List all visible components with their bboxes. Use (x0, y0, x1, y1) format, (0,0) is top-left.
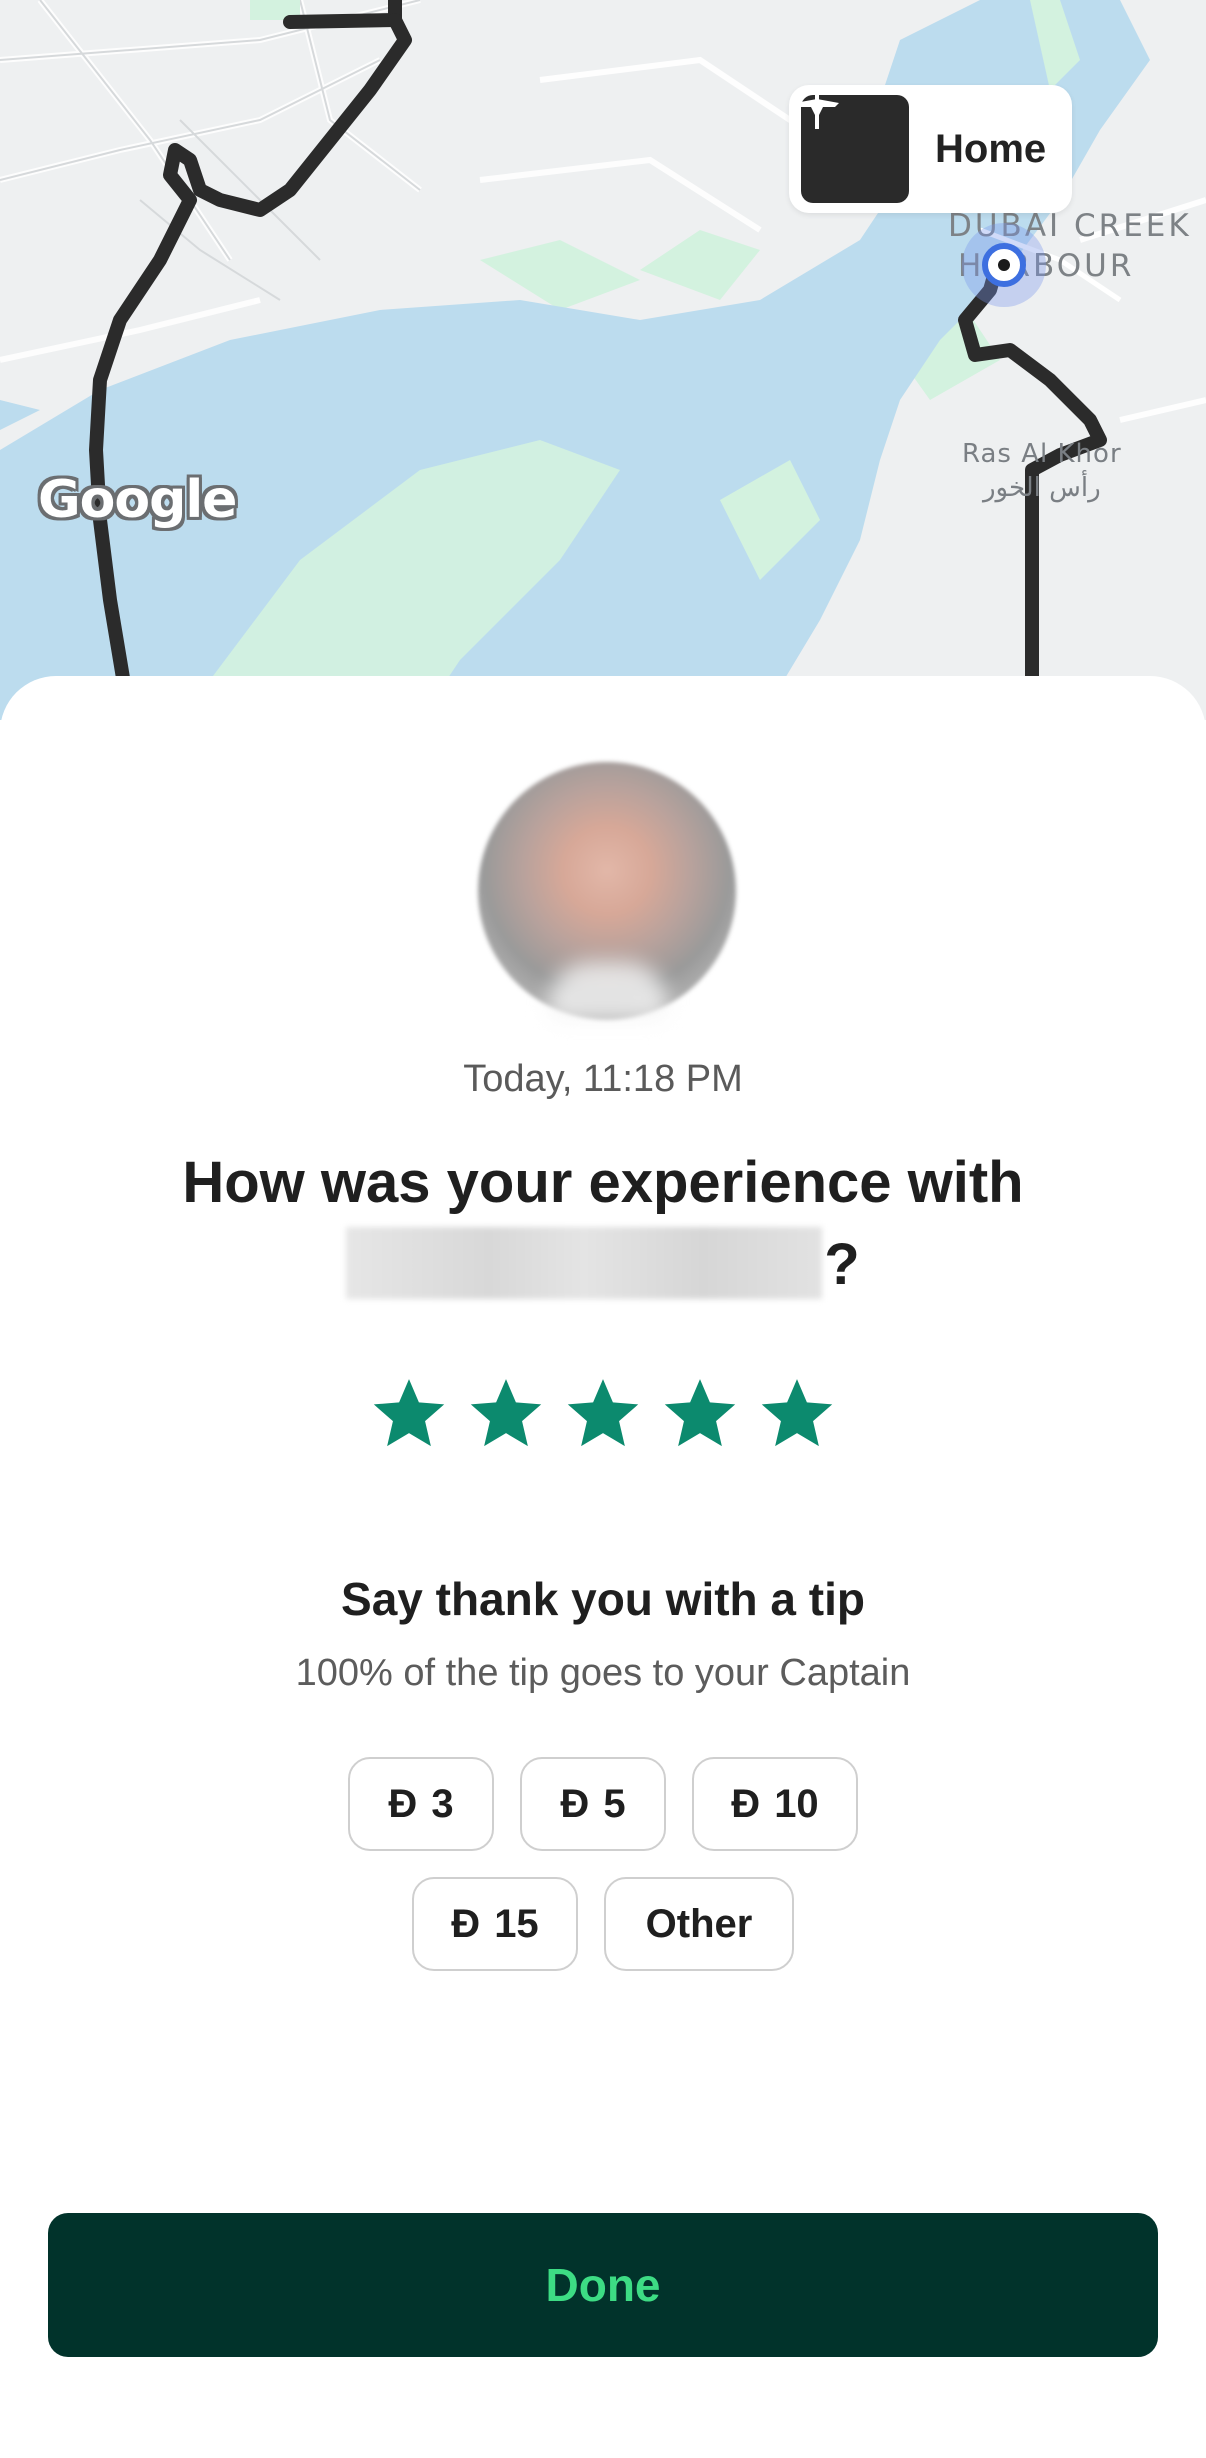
rating-question-suffix: ? (824, 1232, 860, 1297)
tip-other-label: Other (645, 1901, 753, 1946)
rating-question-prefix: How was your experience with (182, 1150, 1024, 1215)
captain-avatar (478, 762, 736, 1020)
tip-subtitle: 100% of the tip goes to your Captain (295, 1652, 911, 1694)
star-1-icon[interactable] (368, 1373, 450, 1455)
home-destination-chip[interactable]: Home (789, 85, 1072, 213)
district-label-ar: رأس الخور (982, 473, 1101, 503)
tip-amount: 10 (774, 1781, 819, 1826)
tip-amount: 3 (431, 1781, 454, 1826)
star-4-icon[interactable] (659, 1373, 741, 1455)
star-3-icon[interactable] (562, 1373, 644, 1455)
home-label: Home (935, 126, 1047, 171)
tip-option-3[interactable]: Đ3 (348, 1757, 494, 1851)
google-logo: Google (38, 470, 237, 530)
map-view[interactable]: DUBAI CREEK HARBOUR Ras Al Khor رأس الخو… (0, 0, 1206, 720)
currency-symbol: Đ (560, 1781, 590, 1826)
star-2-icon[interactable] (465, 1373, 547, 1455)
rating-question: How was your experience with ? (80, 1142, 1126, 1306)
trip-timestamp: Today, 11:18 PM (463, 1058, 743, 1100)
currency-symbol: Đ (388, 1781, 418, 1826)
done-button[interactable]: Done (48, 2213, 1158, 2357)
tip-option-other[interactable]: Other (604, 1877, 794, 1971)
tip-title: Say thank you with a tip (341, 1573, 865, 1625)
tip-option-10[interactable]: Đ 10 (692, 1757, 858, 1851)
tip-option-15[interactable]: Đ 15 (412, 1877, 578, 1971)
currency-symbol: Đ (451, 1901, 481, 1946)
rating-sheet: Today, 11:18 PM How was your experience … (0, 676, 1206, 2458)
currency-symbol: Đ (731, 1781, 761, 1826)
tip-options-row-1: Đ3 Đ5 Đ 10 (0, 1757, 1206, 1851)
tip-option-5[interactable]: Đ5 (520, 1757, 666, 1851)
home-icon (795, 93, 909, 203)
captain-name-redacted (346, 1226, 823, 1299)
tip-amount: 15 (494, 1901, 539, 1946)
star-5-icon[interactable] (756, 1373, 838, 1455)
district-label: Ras Al Khor رأس الخور (962, 437, 1122, 505)
district-label-en: Ras Al Khor (962, 439, 1122, 469)
star-rating (368, 1372, 838, 1456)
current-location-icon (962, 223, 1046, 307)
tip-amount: 5 (603, 1781, 626, 1826)
tip-options-row-2: Đ 15 Other (0, 1877, 1206, 1971)
